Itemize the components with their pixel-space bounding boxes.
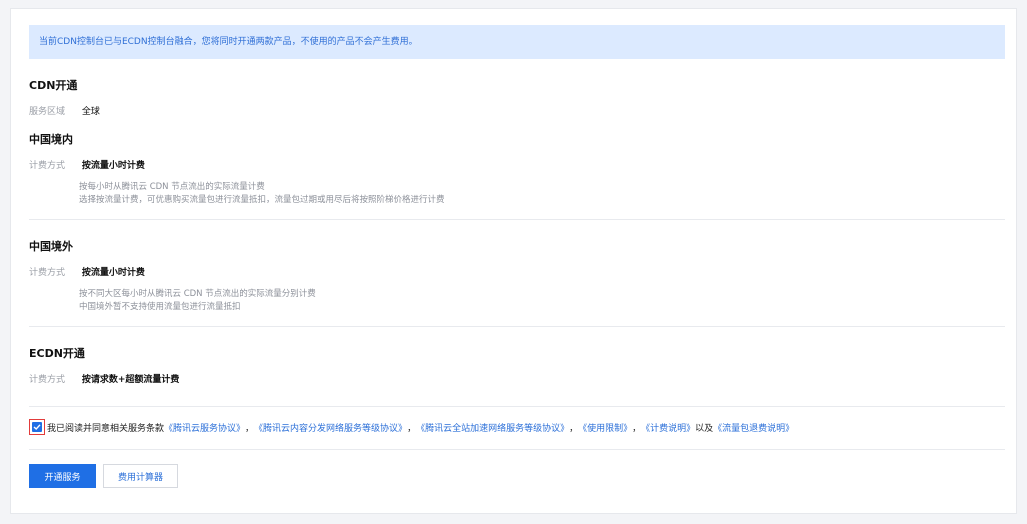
check-icon xyxy=(33,424,41,430)
region-row: 服务区域 全球 xyxy=(29,104,100,117)
divider xyxy=(29,406,1005,407)
mainland-section-title: 中国境内 xyxy=(29,133,73,146)
open-service-button[interactable]: 开通服务 xyxy=(29,464,96,488)
ecdn-section-title: ECDN开通 xyxy=(29,347,85,360)
link-service-agreement[interactable]: 《腾讯云服务协议》 xyxy=(164,421,245,434)
overseas-billing-row: 计费方式 按流量小时计费 xyxy=(29,265,145,278)
agreement-separator: ， xyxy=(632,423,642,434)
agreement-separator: 以及 xyxy=(695,423,714,434)
checkbox-highlight xyxy=(29,419,45,435)
overseas-billing-value: 按流量小时计费 xyxy=(81,268,145,278)
link-usage-limits[interactable]: 《使用限制》 xyxy=(578,421,632,434)
info-notice: 当前CDN控制台已与ECDN控制台融合，您将同时开通两款产品，不使用的产品不会产… xyxy=(29,25,1005,59)
divider xyxy=(29,219,1005,220)
agreement-separator: ， xyxy=(407,423,417,434)
agree-checkbox[interactable] xyxy=(32,422,42,432)
divider xyxy=(29,449,1005,450)
link-refund-notes[interactable]: 《流量包退费说明》 xyxy=(713,421,794,434)
overseas-desc-1: 按不同大区每小时从腾讯云 CDN 节点流出的实际流量分别计费 xyxy=(79,289,316,299)
agreement-separator: ， xyxy=(245,423,255,434)
mainland-billing-row: 计费方式 按流量小时计费 xyxy=(29,158,145,171)
mainland-billing-value: 按流量小时计费 xyxy=(81,161,145,171)
agreement-separator: ， xyxy=(569,423,579,434)
region-value: 全球 xyxy=(81,107,100,117)
ecdn-billing-label: 计费方式 xyxy=(29,375,66,385)
region-label: 服务区域 xyxy=(29,107,66,117)
link-ecdn-sla[interactable]: 《腾讯云全站加速网络服务等级协议》 xyxy=(416,421,569,434)
mainland-desc-2: 选择按流量计费，可优惠购买流量包进行流量抵扣，流量包过期或用尽后将按照阶梯价格进… xyxy=(79,195,445,205)
ecdn-billing-row: 计费方式 按请求数+超额流量计费 xyxy=(29,372,179,385)
overseas-desc-2: 中国境外暂不支持使用流量包进行流量抵扣 xyxy=(79,302,241,312)
agreement-row: 我已阅读并同意相关服务条款 《腾讯云服务协议》 ， 《腾讯云内容分发网络服务等级… xyxy=(29,417,794,437)
overseas-section-title: 中国境外 xyxy=(29,240,73,253)
main-panel: 当前CDN控制台已与ECDN控制台融合，您将同时开通两款产品，不使用的产品不会产… xyxy=(10,8,1017,514)
agreement-prefix: 我已阅读并同意相关服务条款 xyxy=(47,423,165,434)
link-cdn-sla[interactable]: 《腾讯云内容分发网络服务等级协议》 xyxy=(254,421,407,434)
cost-calculator-button[interactable]: 费用计算器 xyxy=(103,464,178,488)
overseas-billing-label: 计费方式 xyxy=(29,268,66,278)
mainland-billing-label: 计费方式 xyxy=(29,161,66,171)
mainland-desc-1: 按每小时从腾讯云 CDN 节点流出的实际流量计费 xyxy=(79,182,265,192)
cdn-section-title: CDN开通 xyxy=(29,79,78,92)
link-billing-notes[interactable]: 《计费说明》 xyxy=(641,421,695,434)
divider xyxy=(29,326,1005,327)
ecdn-billing-value: 按请求数+超额流量计费 xyxy=(81,375,180,385)
